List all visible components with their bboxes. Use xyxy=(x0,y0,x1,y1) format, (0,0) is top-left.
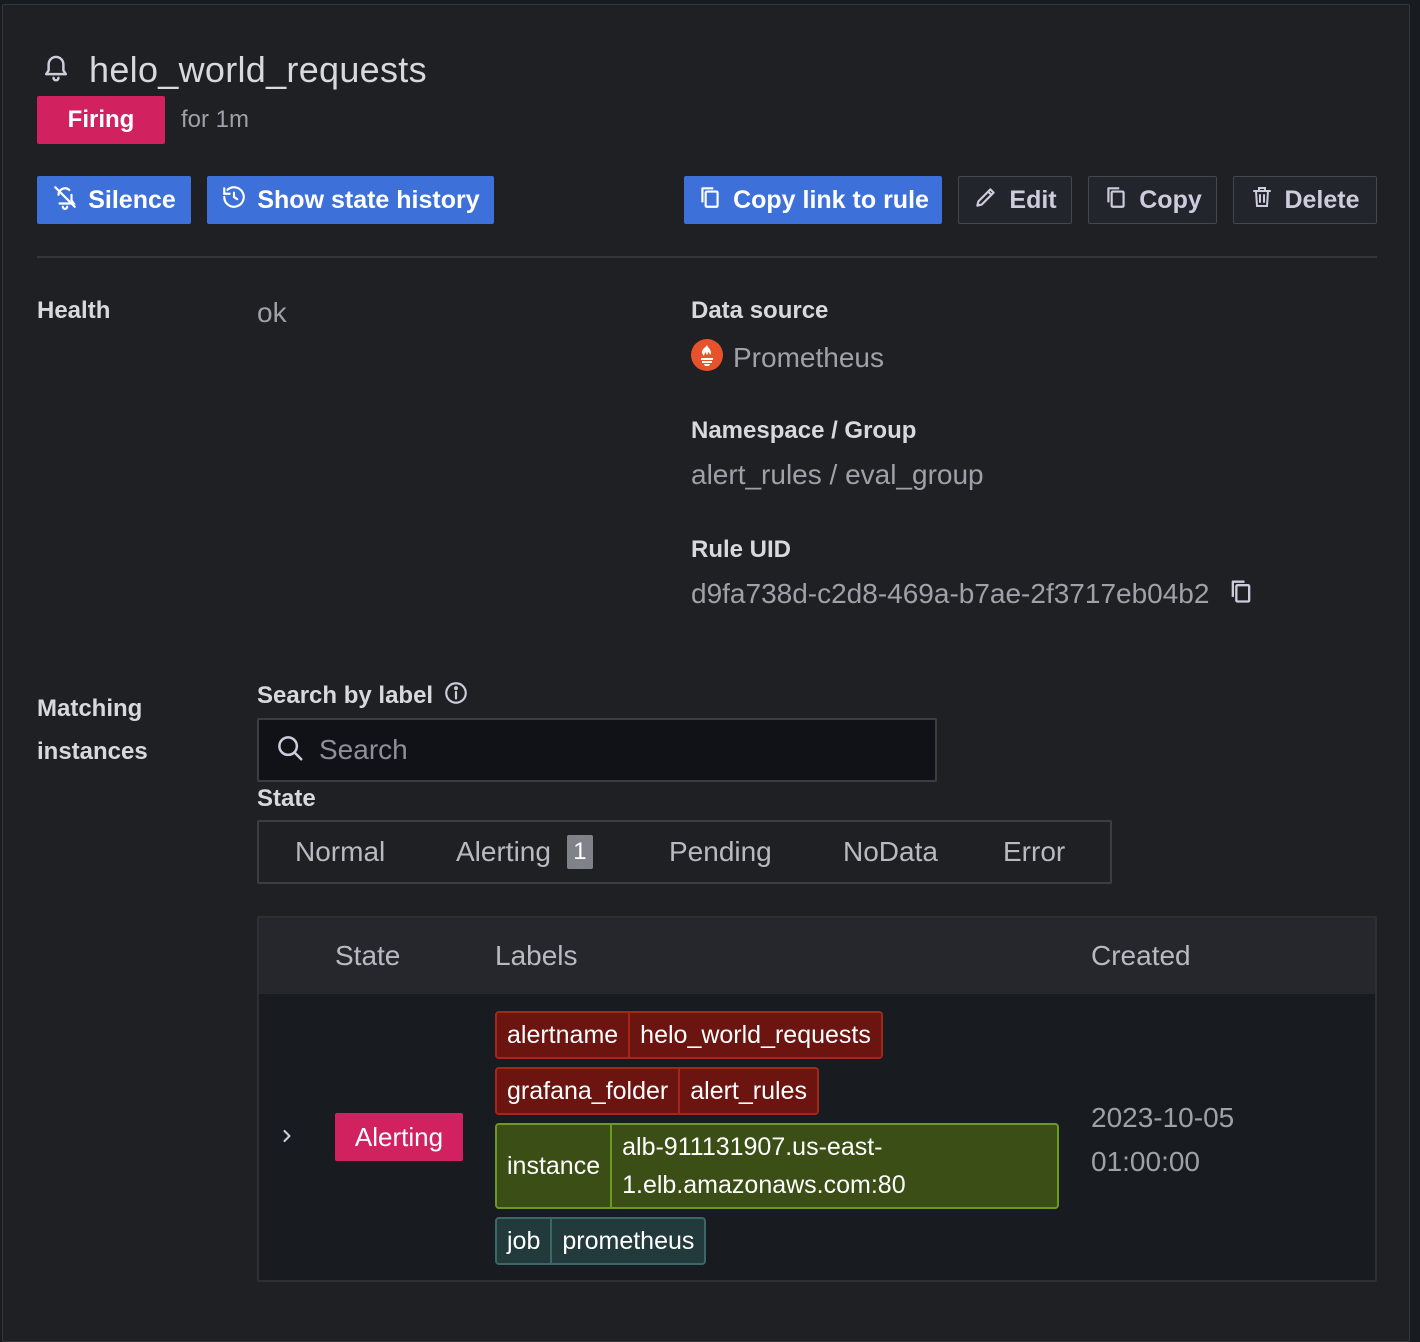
silence-label: Silence xyxy=(88,185,176,214)
datasource-row: Prometheus xyxy=(691,339,884,376)
state-filter-label: State xyxy=(257,785,316,812)
alert-rule-panel: helo_world_requests Firing for 1m Silenc… xyxy=(2,4,1410,1342)
label-alertname: alertname helo_world_requests xyxy=(495,1011,883,1059)
alerting-count-badge: 1 xyxy=(566,835,593,869)
state-filter-normal-label: Normal xyxy=(295,836,386,867)
namespace-value: alert_rules / eval_group xyxy=(691,459,984,490)
state-filter-nodata[interactable]: NoData xyxy=(807,822,971,882)
instance-state-badge: Alerting xyxy=(335,1113,463,1161)
matching-instances-label: Matching instances xyxy=(37,687,148,773)
search-icon xyxy=(275,733,305,768)
rule-uid-label: Rule UID xyxy=(691,536,792,563)
created-timestamp: 2023-10-05 01:00:00 xyxy=(1091,1096,1234,1184)
rule-uid-row: d9fa738d-c2d8-469a-b7ae-2f3717eb04b2 xyxy=(691,577,1255,610)
state-filter-nodata-label: NoData xyxy=(843,836,938,867)
label-grafana-folder: grafana_folder alert_rules xyxy=(495,1067,819,1115)
state-filter-error[interactable]: Error xyxy=(971,822,1091,882)
label-value: alb-911131907.us-east- 1.elb.amazonaws.c… xyxy=(612,1125,915,1207)
edit-label: Edit xyxy=(1009,185,1057,214)
label-value-line1: alb-911131907.us-east- xyxy=(622,1133,883,1161)
delete-button[interactable]: Delete xyxy=(1233,176,1377,224)
rule-header: helo_world_requests xyxy=(41,49,427,91)
health-label: Health xyxy=(37,297,111,324)
prometheus-icon xyxy=(691,339,723,376)
copy-label: Copy xyxy=(1139,185,1202,214)
state-filter-error-label: Error xyxy=(1003,836,1066,867)
copy-button[interactable]: Copy xyxy=(1088,176,1217,224)
label-instance: instance alb-911131907.us-east- 1.elb.am… xyxy=(495,1123,1059,1209)
copy-link-label: Copy link to rule xyxy=(733,185,929,214)
search-input[interactable] xyxy=(317,733,881,767)
bell-slash-icon xyxy=(52,184,78,217)
created-time: 01:00:00 xyxy=(1091,1146,1200,1177)
created-date: 2023-10-05 xyxy=(1091,1102,1235,1133)
label-key: job xyxy=(497,1219,553,1263)
column-header-labels: Labels xyxy=(495,940,578,971)
rule-uid-value: d9fa738d-c2d8-469a-b7ae-2f3717eb04b2 xyxy=(691,577,1210,609)
rule-state-row: Firing for 1m xyxy=(37,96,249,144)
copy-icon xyxy=(1103,184,1129,217)
show-state-history-label: Show state history xyxy=(257,185,480,214)
history-icon xyxy=(221,184,247,217)
label-key: grafana_folder xyxy=(497,1069,681,1113)
health-value: ok xyxy=(257,297,287,328)
column-header-created: Created xyxy=(1091,940,1191,971)
column-header-state: State xyxy=(335,940,401,971)
state-filter-pending[interactable]: Pending xyxy=(633,822,807,882)
state-filter-pending-label: Pending xyxy=(669,836,772,867)
label-value: helo_world_requests xyxy=(630,1013,881,1057)
state-filter-alerting-label: Alerting xyxy=(456,836,551,867)
label-value: alert_rules xyxy=(680,1069,817,1113)
firing-badge: Firing xyxy=(37,96,165,144)
page-title: helo_world_requests xyxy=(89,49,427,90)
search-field[interactable] xyxy=(257,718,937,782)
namespace-label: Namespace / Group xyxy=(691,417,917,444)
label-value: prometheus xyxy=(562,1226,695,1255)
matching-instances-label-line1: Matching xyxy=(37,695,143,722)
state-duration: for 1m xyxy=(181,106,250,133)
copy-uid-icon[interactable] xyxy=(1227,577,1255,610)
table-header: State Labels Created xyxy=(259,918,1375,994)
silence-button[interactable]: Silence xyxy=(37,176,191,224)
edit-button[interactable]: Edit xyxy=(958,176,1072,224)
pencil-icon xyxy=(973,184,999,217)
bell-icon xyxy=(41,52,71,89)
label-value-line2: 1.elb.amazonaws.com:80 xyxy=(622,1171,906,1199)
matching-instances-label-line2: instances xyxy=(37,738,148,765)
datasource-label: Data source xyxy=(691,297,829,324)
instances-table: State Labels Created Alerting alertname … xyxy=(257,916,1377,1282)
copy-icon xyxy=(697,184,723,217)
show-state-history-button[interactable]: Show state history xyxy=(207,176,494,224)
label-job: job prometheus xyxy=(495,1217,707,1265)
label-key: instance xyxy=(497,1125,613,1207)
chevron-right-icon[interactable] xyxy=(277,1126,297,1151)
state-filter-group: Normal Alerting 1 Pending NoData Error xyxy=(257,820,1112,884)
copy-link-button[interactable]: Copy link to rule xyxy=(684,176,942,224)
info-icon[interactable] xyxy=(443,680,469,711)
delete-label: Delete xyxy=(1284,185,1360,214)
trash-icon xyxy=(1250,184,1274,217)
search-by-label-label: Search by label xyxy=(257,681,434,709)
state-filter-alerting[interactable]: Alerting 1 xyxy=(420,822,633,882)
state-filter-normal[interactable]: Normal xyxy=(259,822,420,882)
datasource-value[interactable]: Prometheus xyxy=(733,342,884,374)
label-key: alertname xyxy=(497,1013,631,1057)
divider xyxy=(37,256,1377,258)
search-label-row: Search by label xyxy=(257,680,469,711)
